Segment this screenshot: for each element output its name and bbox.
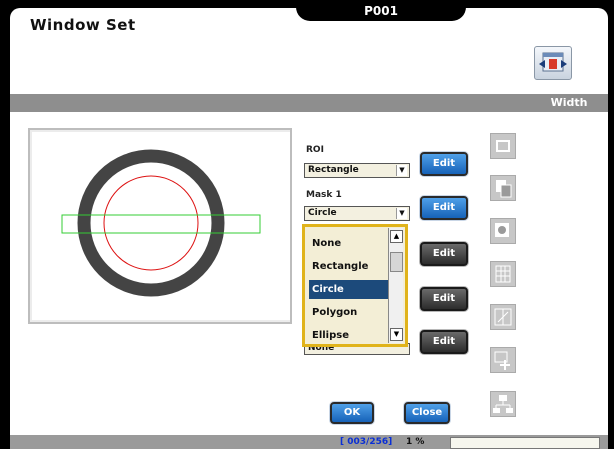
scroll-thumb[interactable] xyxy=(390,252,403,272)
sidebar-item-label: Coordinate xyxy=(533,356,596,367)
section-strip xyxy=(10,94,608,112)
dropdown-option-ellipse[interactable]: Ellipse xyxy=(309,326,391,345)
resize-window-icon xyxy=(539,52,567,72)
mask-4-edit-button[interactable]: Edit xyxy=(420,330,468,354)
limit-icon xyxy=(490,304,516,330)
roi-select-value: Rectangle xyxy=(308,165,359,175)
mask-circle[interactable] xyxy=(103,175,199,271)
sidebar-item-limit[interactable] xyxy=(490,304,516,330)
sidebar-item-preprocess[interactable] xyxy=(490,175,516,201)
sidebar-item-label: ROI xyxy=(533,228,553,239)
window-title: Window Set xyxy=(30,16,136,34)
sidebar-item-label: Parameter xyxy=(533,270,593,281)
dropdown-scrollbar[interactable]: ▲ ▼ xyxy=(388,228,403,343)
coordinate-icon xyxy=(490,347,516,373)
sidebar-item-label: Source xyxy=(533,142,572,153)
sidebar-item-execute[interactable] xyxy=(490,391,516,417)
dropdown-option-polygon[interactable]: Polygon xyxy=(309,303,391,322)
sidebar-item-label: Limit xyxy=(533,314,562,325)
program-id-tab: P001 xyxy=(296,1,466,21)
sidebar-item-label: Execute xyxy=(533,401,578,412)
sidebar-item-roi[interactable] xyxy=(490,218,516,244)
dropdown-option-circle[interactable]: Circle xyxy=(309,280,391,299)
roi-edit-button[interactable]: Edit xyxy=(420,152,468,176)
mask-3-edit-button[interactable]: Edit xyxy=(420,287,468,311)
ok-button[interactable]: OK xyxy=(330,402,374,424)
sidebar-item-source[interactable] xyxy=(490,133,516,159)
parameter-grid-icon xyxy=(490,261,516,287)
roi-label: ROI xyxy=(306,145,324,155)
scroll-down-icon[interactable]: ▼ xyxy=(390,328,403,341)
sidebar-item-label: Preprocess xyxy=(533,184,596,195)
resize-window-button[interactable] xyxy=(534,46,572,80)
source-icon xyxy=(490,133,516,159)
sidebar-item-parameter[interactable] xyxy=(490,261,516,287)
mask-select-value: Circle xyxy=(308,208,337,218)
status-message-box xyxy=(450,437,600,449)
sidebar-item-coordinate[interactable] xyxy=(490,347,516,373)
section-tab-width[interactable]: Width xyxy=(530,94,608,112)
roi-select[interactable]: Rectangle ▼ xyxy=(304,163,410,178)
page-indicator: [ 003/256] xyxy=(340,437,393,447)
close-button[interactable]: Close xyxy=(404,402,450,424)
mask-select[interactable]: Circle ▼ xyxy=(304,206,410,221)
dropdown-option-rectangle[interactable]: Rectangle xyxy=(309,257,391,276)
roi-icon xyxy=(490,218,516,244)
preview-image xyxy=(61,149,261,297)
chevron-down-icon: ▼ xyxy=(396,165,407,176)
mask-label: Mask 1 xyxy=(306,190,342,200)
execute-icon xyxy=(490,391,516,417)
mask-2-edit-button[interactable]: Edit xyxy=(420,242,468,266)
header-area xyxy=(10,38,608,94)
chevron-down-icon: ▼ xyxy=(396,208,407,219)
mask-edit-button[interactable]: Edit xyxy=(420,196,468,220)
dropdown-option-none[interactable]: None xyxy=(309,234,391,253)
preview-canvas[interactable] xyxy=(32,132,290,320)
scroll-up-icon[interactable]: ▲ xyxy=(390,230,403,243)
roi-rectangle[interactable] xyxy=(61,214,261,234)
preprocess-icon xyxy=(490,175,516,201)
progress-percent: 1 % xyxy=(406,437,425,447)
